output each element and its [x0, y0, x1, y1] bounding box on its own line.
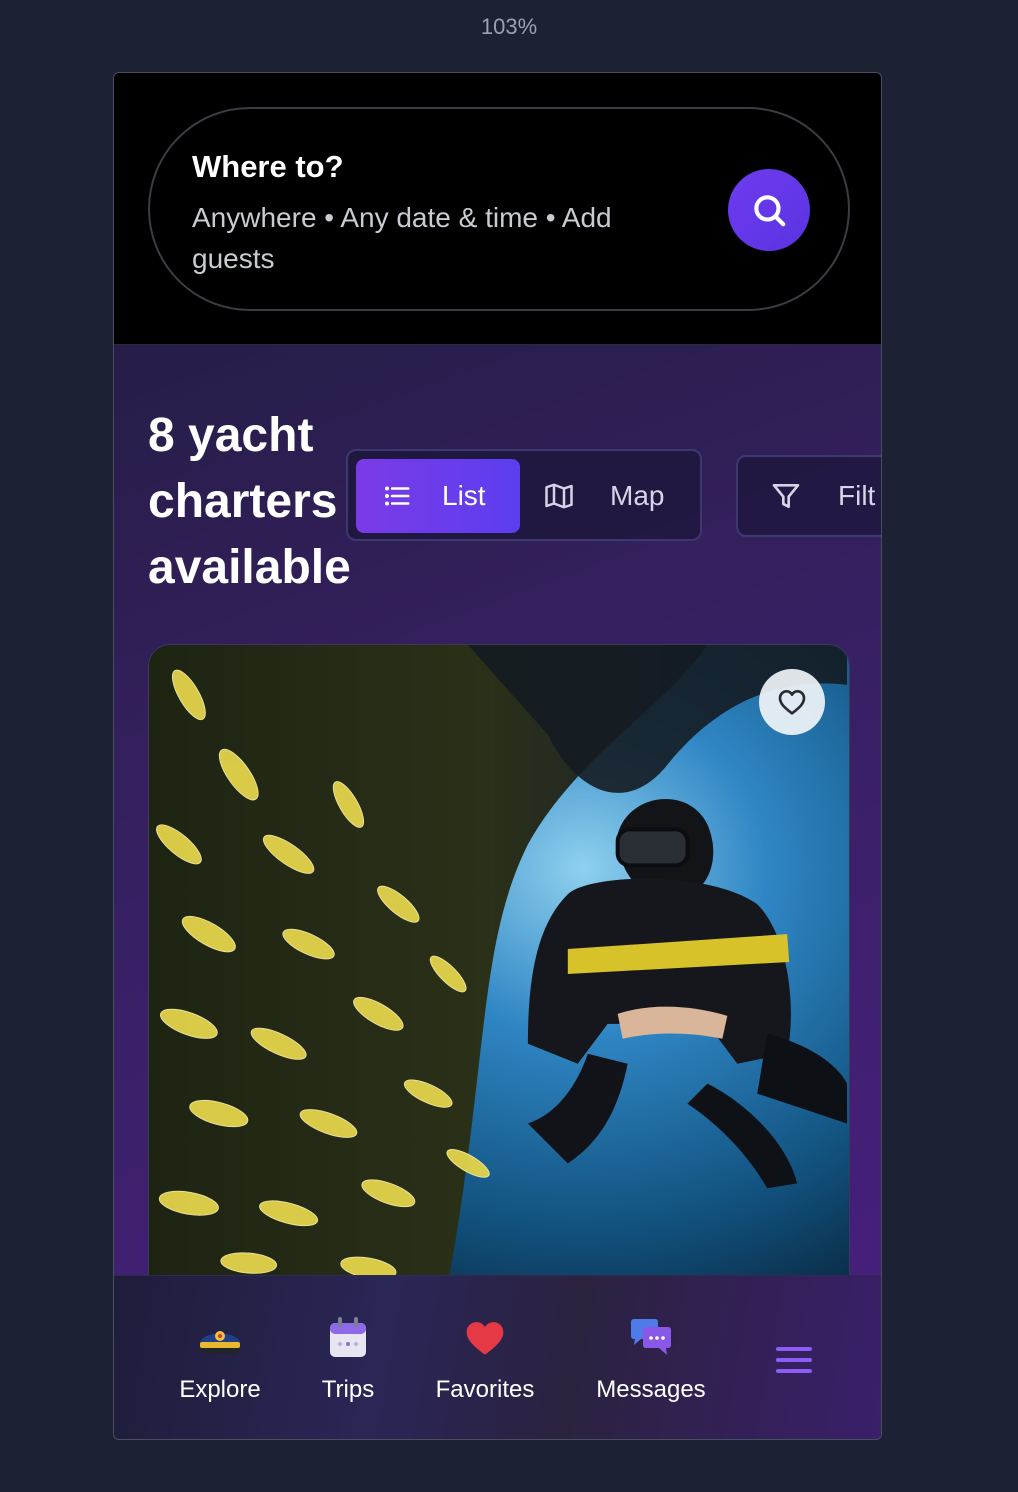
nav-explore[interactable]: Explore: [174, 1316, 266, 1404]
nav-trips[interactable]: Trips: [312, 1316, 384, 1404]
chat-bubbles-icon: [631, 1319, 671, 1355]
search-button[interactable]: [728, 169, 810, 251]
nav-favorites[interactable]: Favorites: [428, 1316, 542, 1404]
nav-favorites-label: Favorites: [435, 1376, 535, 1403]
nav-menu[interactable]: [766, 1338, 822, 1398]
search-subtitle: Anywhere • Any date & time • Add guests: [192, 202, 612, 274]
list-view-button[interactable]: List: [356, 459, 520, 533]
list-view-label: List: [442, 480, 486, 511]
nav-messages-label: Messages: [596, 1376, 706, 1403]
listing-photo: [149, 645, 849, 1283]
zoom-level: 103%: [480, 14, 538, 39]
list-icon: [385, 486, 410, 506]
map-view-button[interactable]: Map: [534, 459, 696, 533]
top-bar: Where to? Anywhere • Any date & time • A…: [114, 73, 881, 345]
results-heading: 8 yacht charters available: [148, 409, 351, 594]
heart-outline-icon: [778, 690, 806, 715]
search-icon: [754, 195, 786, 227]
view-toggle: List Map: [346, 449, 702, 541]
filters-label: Filt: [838, 480, 876, 511]
map-view-label: Map: [610, 480, 665, 511]
menu-icon: [776, 1347, 812, 1373]
filter-icon: [772, 484, 800, 508]
nav-trips-label: Trips: [321, 1376, 375, 1403]
nav-explore-label: Explore: [179, 1376, 261, 1403]
nav-messages[interactable]: Messages: [588, 1316, 714, 1404]
bottom-nav: Explore Trips Favorites Messages: [114, 1275, 881, 1439]
search-title: Where to?: [192, 149, 344, 184]
captain-hat-icon: [198, 1331, 242, 1354]
heart-icon: [466, 1322, 504, 1355]
favorite-button[interactable]: [759, 669, 825, 735]
app-window: Where to? Anywhere • Any date & time • A…: [113, 72, 882, 1440]
map-icon: [545, 483, 573, 509]
calendar-icon: [330, 1317, 366, 1357]
search-bar[interactable]: Where to? Anywhere • Any date & time • A…: [148, 107, 850, 311]
filters-button[interactable]: Filt: [736, 455, 881, 537]
listing-card[interactable]: [148, 644, 850, 1284]
